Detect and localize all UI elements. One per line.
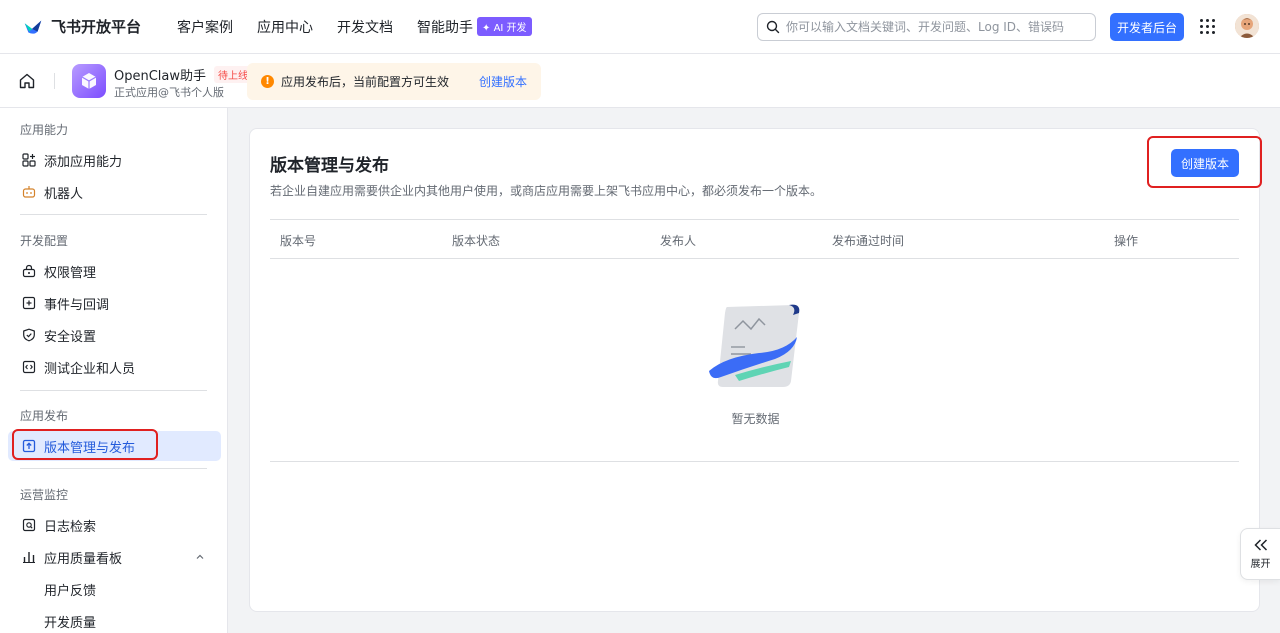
sidebar-item-quality-dashboard[interactable]: 应用质量看板 [8,542,221,572]
sidebar-item-label: 添加应用能力 [44,154,123,170]
sidebar: 应用能力 添加应用能力 机器人 开发配置 权限管理 事件与回调 安全设置 测试企… [0,108,228,633]
page-description: 若企业自建应用需要供企业内其他用户使用，或商店应用需要上架飞书应用中心，都必须发… [270,184,823,198]
avatar-image [1235,14,1259,38]
sidebar-item-log-search[interactable]: 日志检索 [8,510,221,540]
sidebar-item-bot[interactable]: 机器人 [8,177,221,207]
divider [20,390,207,391]
sidebar-item-test-tenants[interactable]: 测试企业和人员 [8,352,221,382]
expand-label: 展开 [1250,559,1271,570]
user-avatar[interactable] [1235,14,1259,38]
log-search-icon [22,518,36,532]
column-header-version: 版本号 [280,234,317,248]
expand-panel-button[interactable]: 展开 [1240,528,1280,580]
app-header-bar: OpenClaw助手 待上线 正式应用@飞书个人版 ! 应用发布后，当前配置方可… [0,54,1280,108]
brand-name: 飞书开放平台 [51,18,142,36]
page-title: 版本管理与发布 [270,156,389,176]
sidebar-item-label: 机器人 [44,186,84,202]
section-title-ops-monitor: 运营监控 [20,488,69,502]
sidebar-item-label: 安全设置 [44,329,97,345]
nav-smart-assistant-label: 智能助手 [417,19,474,36]
section-title-app-release: 应用发布 [20,409,69,423]
highlight-box [12,429,158,460]
developer-console-button[interactable]: 开发者后台 [1110,13,1184,41]
app-icon [72,64,106,98]
app-subtitle: 正式应用@飞书个人版 [114,86,224,99]
sidebar-item-dev-quality[interactable]: 开发质量 [8,606,221,633]
sidebar-item-events[interactable]: 事件与回调 [8,288,221,318]
divider [54,73,55,89]
version-management-card: 版本管理与发布 若企业自建应用需要供企业内其他用户使用，或商店应用需要上架飞书应… [249,128,1262,612]
divider [270,461,1239,462]
top-navbar: 飞书开放平台 客户案例 应用中心 开发文档 智能助手 ✦ AI 开发 开发者后台 [0,0,1280,54]
sidebar-item-label: 日志检索 [44,519,97,535]
warning-icon: ! [261,75,274,88]
column-header-actions: 操作 [1114,234,1139,248]
highlight-box [1147,136,1262,188]
home-icon[interactable] [18,72,36,90]
column-header-approved-time: 发布通过时间 [832,234,905,248]
ai-dev-badge: ✦ AI 开发 [477,17,532,36]
column-header-status: 版本状态 [452,234,501,248]
sidebar-item-label: 应用质量看板 [44,551,123,567]
feishu-logo-icon [24,20,42,34]
search-box[interactable] [757,13,1096,41]
nav-smart-assistant[interactable]: 智能助手 ✦ AI 开发 [417,17,532,37]
bar-chart-icon [23,552,35,563]
double-chevron-left-icon [1253,539,1267,551]
apps-grid-icon[interactable] [1200,19,1215,34]
nav-dev-docs[interactable]: 开发文档 [337,17,393,37]
table-header: 版本号 版本状态 发布人 发布通过时间 操作 [270,219,1239,259]
sidebar-item-user-feedback[interactable]: 用户反馈 [8,574,221,604]
search-icon [766,20,780,34]
event-icon [22,296,36,310]
empty-state-illustration [709,304,800,387]
cube-icon [81,73,97,89]
nav-links: 客户案例 应用中心 开发文档 智能助手 ✦ AI 开发 [177,17,556,37]
empty-state-text: 暂无数据 [731,412,780,426]
chevron-up-icon[interactable] [195,552,205,562]
app-name-text: OpenClaw助手 [114,69,207,84]
section-title-app-capability: 应用能力 [20,123,69,137]
sidebar-item-add-capability[interactable]: 添加应用能力 [8,145,221,175]
column-header-publisher: 发布人 [660,234,697,248]
app-name: OpenClaw助手 待上线 [114,65,253,84]
code-icon [22,360,36,374]
notice-create-version-link[interactable]: 创建版本 [479,73,527,90]
sidebar-item-permissions[interactable]: 权限管理 [8,256,221,286]
divider [20,468,207,469]
divider [20,214,207,215]
brand-logo[interactable]: 飞书开放平台 [22,16,141,38]
section-title-dev-config: 开发配置 [20,234,69,248]
add-capability-icon [22,153,36,167]
robot-icon [22,186,36,198]
sidebar-item-label: 事件与回调 [44,297,110,313]
shield-icon [23,328,35,342]
nav-customer-cases[interactable]: 客户案例 [177,17,233,37]
sidebar-item-label: 测试企业和人员 [44,361,136,377]
sidebar-item-label: 权限管理 [44,265,97,281]
publish-notice: ! 应用发布后，当前配置方可生效 创建版本 [247,63,541,100]
nav-app-center[interactable]: 应用中心 [257,17,313,37]
search-input[interactable] [786,20,1086,34]
notice-text: 应用发布后，当前配置方可生效 [281,75,450,89]
key-icon [22,264,36,278]
sidebar-item-security[interactable]: 安全设置 [8,320,221,350]
